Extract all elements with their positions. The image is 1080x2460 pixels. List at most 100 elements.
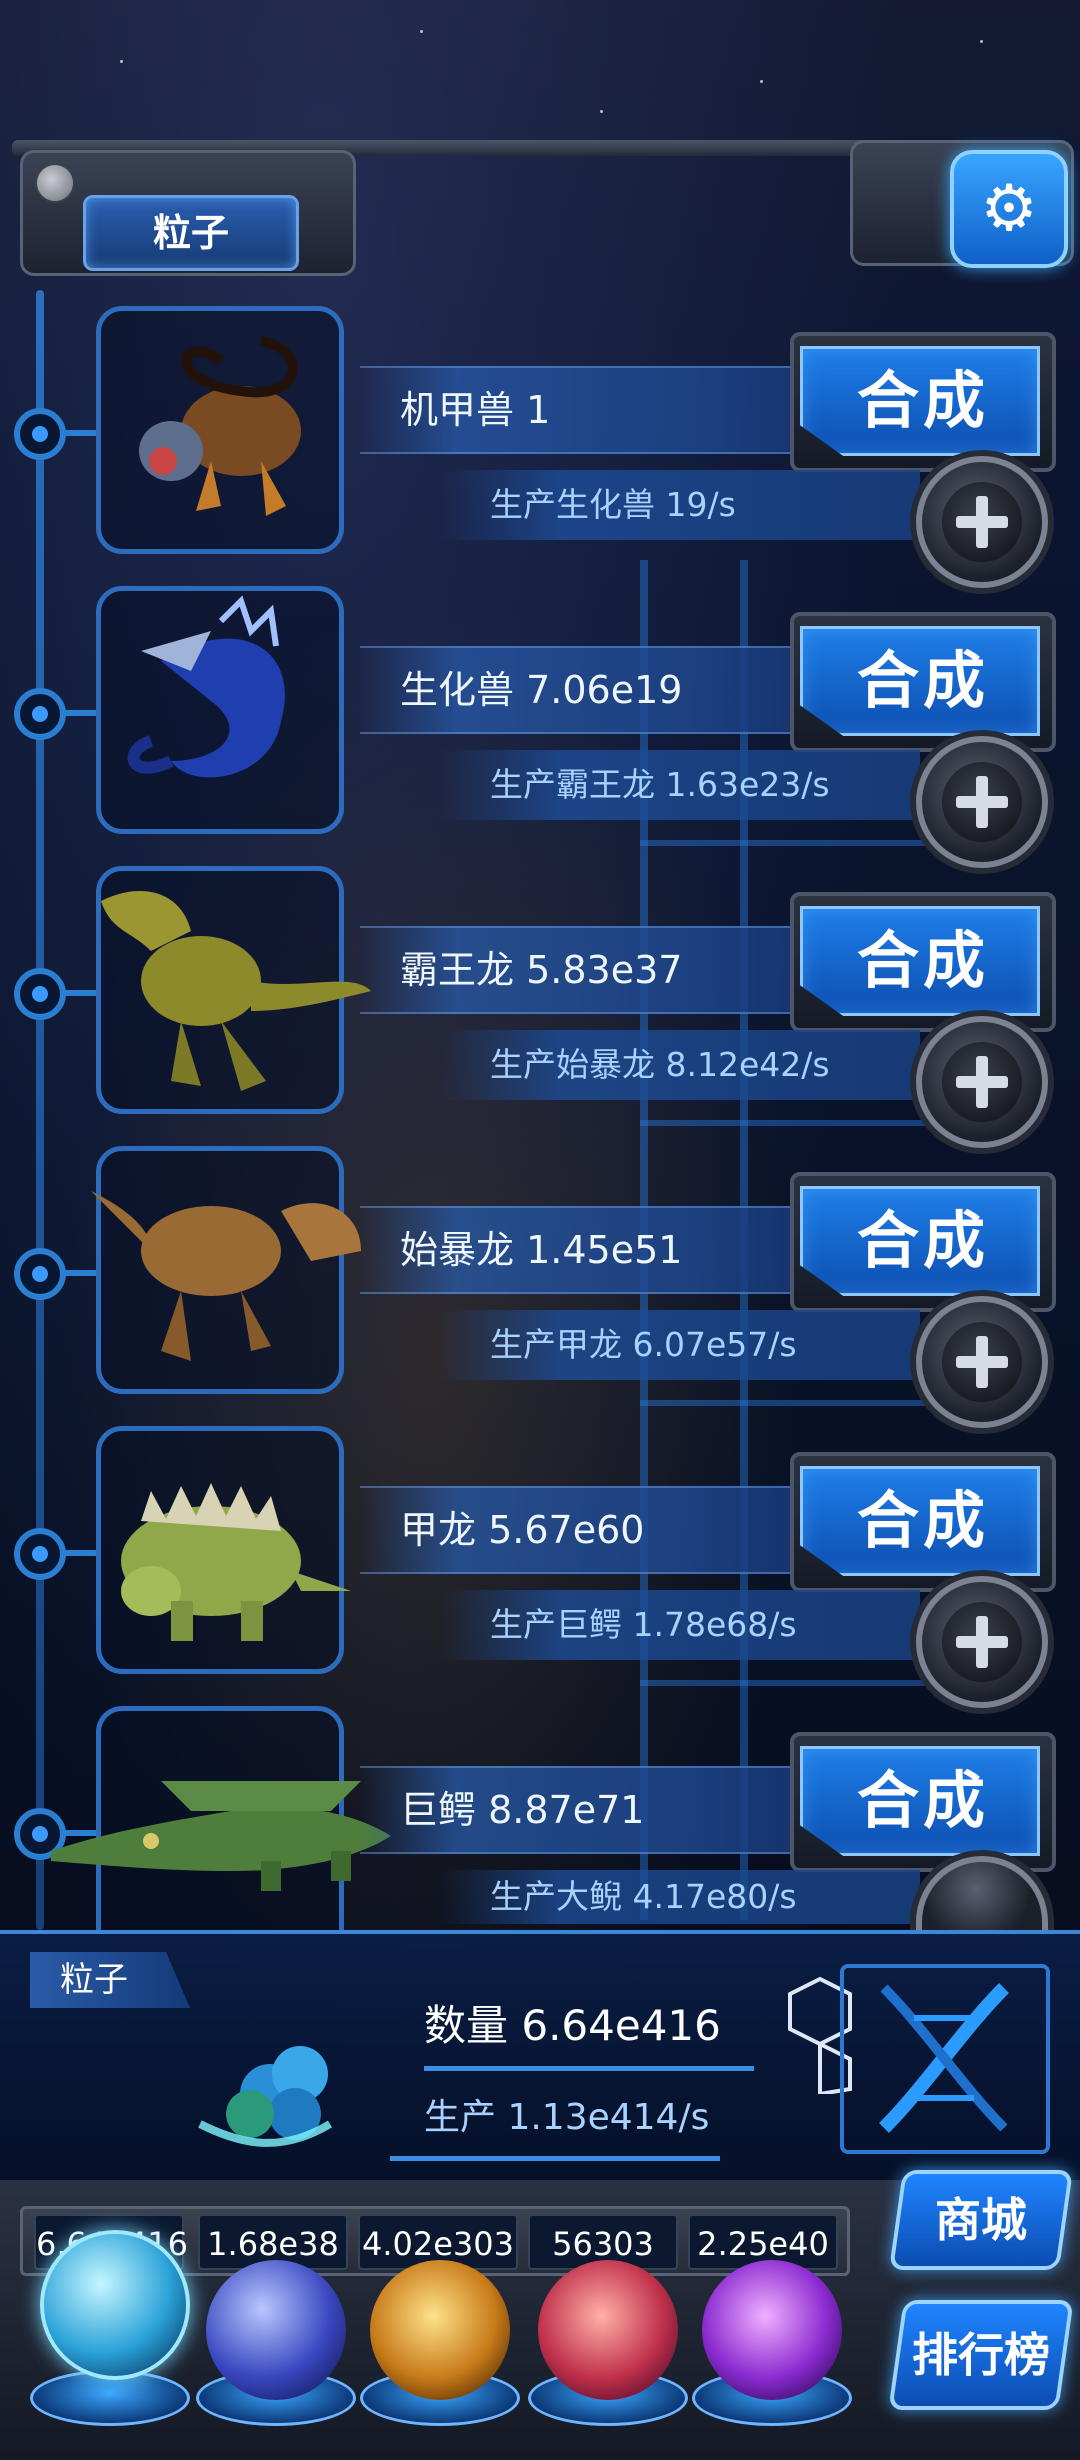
- creature-name: 甲龙 5.67e60: [400, 1508, 645, 1552]
- creature-name-bar: 始暴龙 1.45e51: [360, 1206, 840, 1294]
- creature-name: 始暴龙 1.45e51: [400, 1228, 683, 1272]
- add-button[interactable]: [916, 1016, 1048, 1148]
- synthesize-label: 合成: [856, 924, 989, 997]
- plus-icon: [942, 1042, 1022, 1122]
- creature-row: 霸王龙 5.83e37 合成 生产始暴龙 8.12e42/s: [0, 866, 1080, 1148]
- synthesize-label: 合成: [856, 1204, 989, 1277]
- add-button[interactable]: [916, 1576, 1048, 1708]
- star: [120, 60, 123, 63]
- creature-name-bar: 霸王龙 5.83e37: [360, 926, 840, 1014]
- screw-icon: [35, 163, 75, 203]
- creature-row: 始暴龙 1.45e51 合成 生产甲龙 6.07e57/s: [0, 1146, 1080, 1428]
- production-text: 生产甲龙 6.07e57/s: [490, 1325, 797, 1364]
- particle-tag: 粒子: [30, 1952, 190, 2008]
- creature-row: 机甲兽 1 合成 生产生化兽 19/s: [0, 306, 1080, 588]
- synthesize-label: 合成: [856, 1484, 989, 1557]
- production-text: 生产巨鳄 1.78e68/s: [490, 1605, 797, 1644]
- vortex-orb-icon[interactable]: [702, 2260, 842, 2400]
- star: [600, 110, 603, 113]
- gear-icon: ⚙: [980, 172, 1038, 246]
- production-bar: 生产甲龙 6.07e57/s: [440, 1310, 920, 1380]
- star: [980, 40, 983, 43]
- creature-portrait[interactable]: [96, 1426, 351, 1674]
- production-bar: 生产霸王龙 1.63e23/s: [440, 750, 920, 820]
- creature-row: 甲龙 5.67e60 合成 生产巨鳄 1.78e68/s: [0, 1426, 1080, 1708]
- creature-portrait[interactable]: [96, 586, 344, 834]
- ankylosaur-image: [121, 1483, 351, 1641]
- count-underline: [424, 2066, 754, 2071]
- creature-name: 机甲兽 1: [400, 388, 551, 432]
- add-button[interactable]: [916, 1296, 1048, 1428]
- tyrannosaur-image: [91, 1191, 361, 1361]
- particle-orb-icon[interactable]: [40, 2230, 190, 2380]
- creature-name-bar: 甲龙 5.67e60: [360, 1486, 840, 1574]
- brain-orb-icon[interactable]: [538, 2260, 678, 2400]
- t-rex-image: [101, 891, 371, 1091]
- particle-panel: 粒子 数量 6.64e416 生产 1.13e414/s: [0, 1930, 1080, 2188]
- synthesize-button[interactable]: 合成: [800, 1186, 1040, 1296]
- production-text: 生产霸王龙 1.63e23/s: [490, 765, 830, 804]
- production-text: 生产始暴龙 8.12e42/s: [490, 1045, 830, 1084]
- star: [760, 80, 763, 83]
- creature-portrait[interactable]: [91, 1146, 361, 1394]
- lightning-orb-icon[interactable]: [206, 2260, 346, 2400]
- timeline-node: [14, 968, 66, 1020]
- particle-count: 数量 6.64e416: [424, 2001, 721, 2050]
- creature-row: 生化兽 7.06e19 合成 生产霸王龙 1.63e23/s: [0, 586, 1080, 868]
- synthesize-button[interactable]: 合成: [800, 626, 1040, 736]
- shop-label: 商城: [935, 2193, 1027, 2247]
- leaderboard-button[interactable]: 排行榜: [888, 2300, 1074, 2410]
- star: [420, 30, 423, 33]
- dna-frame: [840, 1964, 1050, 2154]
- creature-name-bar: 机甲兽 1: [360, 366, 840, 454]
- creature-portrait[interactable]: [51, 1706, 391, 1930]
- creature-portrait[interactable]: [96, 866, 371, 1114]
- fire-orb-icon[interactable]: [370, 2260, 510, 2400]
- production-bar: 生产始暴龙 8.12e42/s: [440, 1030, 920, 1100]
- timeline-node: [14, 1528, 66, 1580]
- plus-icon: [942, 762, 1022, 842]
- timeline-connector: [62, 710, 98, 716]
- synthesize-button[interactable]: 合成: [800, 906, 1040, 1016]
- synthesize-label: 合成: [856, 364, 989, 437]
- timeline-connector: [62, 430, 98, 436]
- add-button[interactable]: [916, 736, 1048, 868]
- synthesize-button[interactable]: 合成: [800, 1746, 1040, 1856]
- production-bar: 生产生化兽 19/s: [440, 470, 920, 540]
- production-text: 生产生化兽 19/s: [490, 485, 736, 524]
- creature-portrait[interactable]: [96, 306, 344, 554]
- creature-name: 生化兽 7.06e19: [400, 668, 683, 712]
- crocodile-image: [51, 1781, 391, 1891]
- creature-name-bar: 巨鳄 8.87e71: [360, 1766, 840, 1854]
- shop-button[interactable]: 商城: [888, 2170, 1074, 2270]
- production-underline: [390, 2156, 720, 2161]
- timeline-node: [14, 408, 66, 460]
- timeline-node: [14, 688, 66, 740]
- plus-icon: [942, 1322, 1022, 1402]
- settings-button[interactable]: ⚙: [950, 150, 1068, 268]
- synthesize-label: 合成: [856, 644, 989, 717]
- title-box: 粒子: [83, 195, 299, 271]
- production-bar: 生产大鲵 4.17e80/s: [440, 1870, 920, 1924]
- particle-cluster-icon: [198, 2046, 333, 2147]
- particle-production: 生产 1.13e414/s: [424, 2097, 710, 2138]
- synthesize-button[interactable]: 合成: [800, 1466, 1040, 1576]
- page-title: 粒子: [152, 211, 229, 255]
- leaderboard-label: 排行榜: [912, 2328, 1050, 2382]
- dna-icon: [879, 1983, 1009, 2133]
- creature-name: 霸王龙 5.83e37: [400, 948, 683, 992]
- synthesize-button[interactable]: 合成: [800, 346, 1040, 456]
- creature-name: 巨鳄 8.87e71: [400, 1788, 645, 1832]
- production-bar: 生产巨鳄 1.78e68/s: [440, 1590, 920, 1660]
- timeline-node: [14, 1248, 66, 1300]
- synthesize-label: 合成: [856, 1764, 989, 1837]
- plus-icon: [942, 482, 1022, 562]
- creature-name-bar: 生化兽 7.06e19: [360, 646, 840, 734]
- plus-icon: [942, 1602, 1022, 1682]
- title-plate: 粒子: [20, 150, 356, 276]
- bio-beast-image: [127, 595, 285, 778]
- mech-beast-image: [139, 336, 301, 516]
- add-button[interactable]: [916, 456, 1048, 588]
- production-text: 生产大鲵 4.17e80/s: [490, 1877, 797, 1916]
- particle-tag-label: 粒子: [60, 1960, 128, 2000]
